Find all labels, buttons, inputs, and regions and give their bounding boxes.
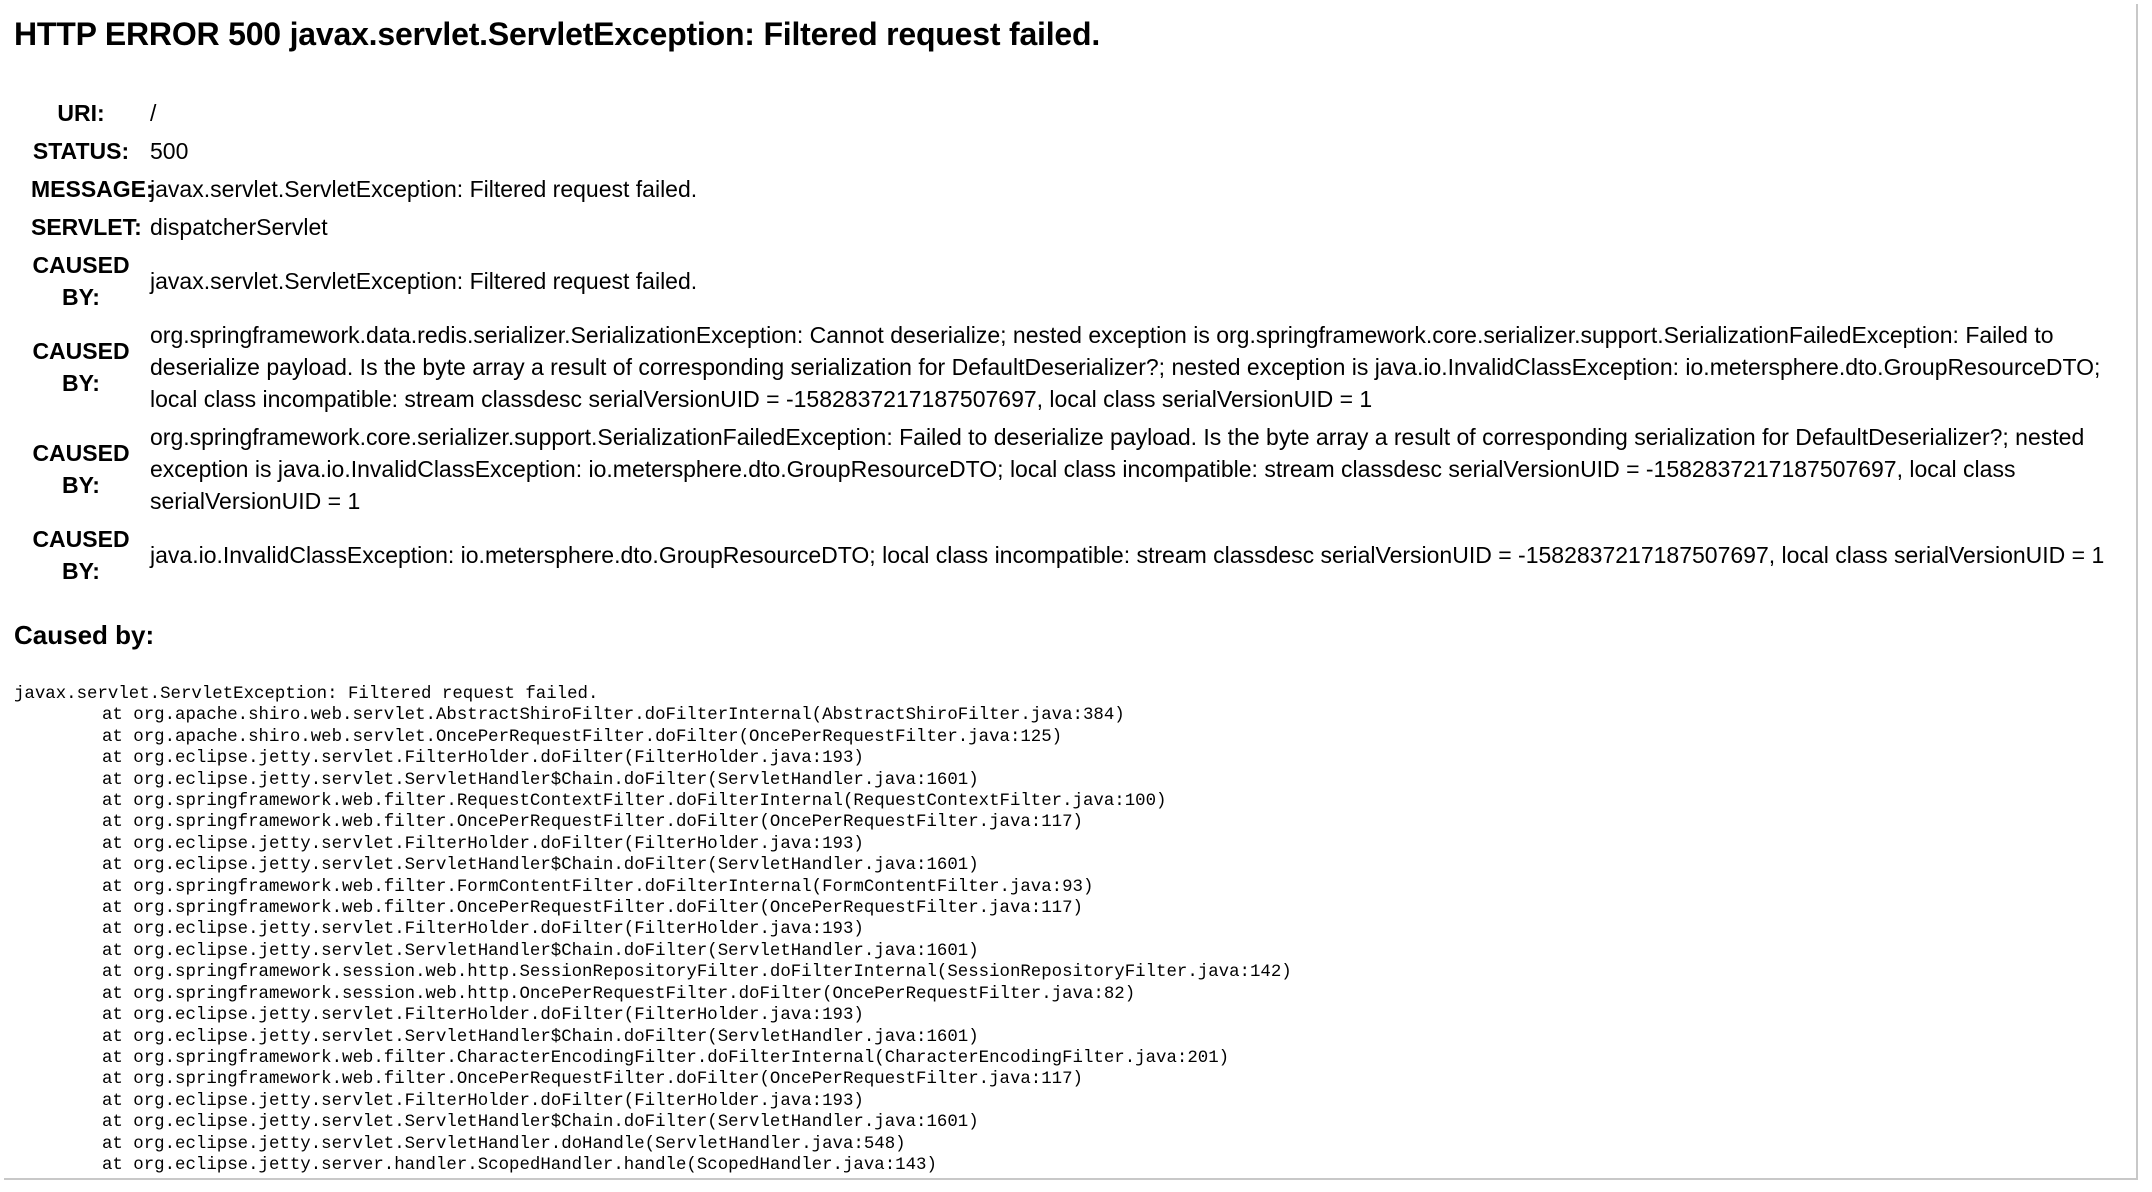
stack-trace-frame: at org.eclipse.jetty.servlet.FilterHolde… xyxy=(102,749,864,769)
info-row: STATUS: 500 xyxy=(16,132,2136,170)
info-row-label: CAUSED BY: xyxy=(16,520,148,590)
info-row: CAUSED BY: javax.servlet.ServletException… xyxy=(16,246,2136,316)
info-row-label-text: MESSAGE: xyxy=(31,176,154,202)
stack-trace-frame: at org.eclipse.jetty.servlet.FilterHolde… xyxy=(102,1091,864,1111)
stack-trace-frame: at org.apache.shiro.web.servlet.OncePerR… xyxy=(102,727,1063,747)
info-row-label-text: CAUSED BY: xyxy=(32,338,130,396)
stack-trace-exception: javax.servlet.ServletException: Filtered… xyxy=(14,685,599,704)
info-row: SERVLET: dispatcherServlet xyxy=(16,208,2136,246)
stack-trace-frame: at org.eclipse.jetty.servlet.FilterHolde… xyxy=(102,1006,864,1026)
info-row-label: URI: xyxy=(16,94,148,132)
info-row-label-text: CAUSED BY: xyxy=(32,526,130,584)
stack-trace-frame: at org.eclipse.jetty.servlet.ServletHand… xyxy=(102,941,979,961)
info-row: URI: / xyxy=(16,94,2136,132)
info-row: CAUSED BY: java.io.InvalidClassException:… xyxy=(16,520,2136,590)
stack-trace-frame: at org.springframework.web.filter.OncePe… xyxy=(102,899,1083,919)
info-row-value: javax.servlet.ServletException: Filtered… xyxy=(150,176,698,202)
stack-trace-frame: at org.springframework.session.web.http.… xyxy=(102,984,1136,1004)
info-row-label-text: URI: xyxy=(57,100,105,126)
stack-trace-frame: at org.eclipse.jetty.servlet.ServletHand… xyxy=(102,1113,979,1133)
info-row-label: CAUSED BY: xyxy=(16,418,148,520)
info-row-value: / xyxy=(150,100,157,126)
info-row-value: dispatcherServlet xyxy=(150,214,328,240)
info-row-value: javax.servlet.ServletException: Filtered… xyxy=(150,268,698,294)
stack-trace-frame: at org.eclipse.jetty.servlet.ServletHand… xyxy=(102,856,979,876)
stack-trace-frame: at org.eclipse.jetty.server.handler.Scop… xyxy=(102,1155,937,1175)
error-info-table: URI: / STATUS: 500 MESSAGE: javax.servlet.Ser… xyxy=(16,94,2136,590)
stack-trace-frame: at org.eclipse.jetty.servlet.ServletHand… xyxy=(102,770,979,790)
info-row-value: java.io.InvalidClassException: io.meters… xyxy=(150,542,2105,568)
stack-trace-frame: at org.eclipse.jetty.servlet.ServletHand… xyxy=(102,1134,906,1154)
error-info-body: URI: / STATUS: 500 MESSAGE: javax.servlet.Ser… xyxy=(16,94,2136,590)
stack-trace-frame: at org.eclipse.jetty.servlet.FilterHolde… xyxy=(102,920,864,940)
info-row: CAUSED BY: org.springframework.core.seria… xyxy=(16,418,2136,520)
stack-trace-frame: at org.springframework.web.filter.Charac… xyxy=(102,1048,1230,1068)
info-row-value: org.springframework.core.serializer.supp… xyxy=(150,424,2085,514)
info-row-label: STATUS: xyxy=(16,132,148,170)
stack-trace: javax.servlet.ServletException: Filtered… xyxy=(14,684,1292,1176)
info-row-label: MESSAGE: xyxy=(16,170,154,208)
stack-trace-frame: at org.springframework.session.web.http.… xyxy=(102,963,1292,983)
page-frame: HTTP ERROR 500 javax.servlet.ServletExce… xyxy=(4,4,2138,1180)
page-title: HTTP ERROR 500 javax.servlet.ServletExce… xyxy=(14,16,1101,52)
info-row-label: SERVLET: xyxy=(16,208,148,246)
stack-trace-frame: at org.springframework.web.filter.OncePe… xyxy=(102,1070,1083,1090)
info-row-value: 500 xyxy=(150,138,189,164)
stack-trace-frame: at org.apache.shiro.web.servlet.Abstract… xyxy=(102,706,1125,726)
stack-trace-frame: at org.eclipse.jetty.servlet.ServletHand… xyxy=(102,1027,979,1047)
info-row-label: CAUSED BY: xyxy=(16,246,148,316)
info-row-label-text: STATUS: xyxy=(32,138,130,164)
stack-trace-frame: at org.springframework.web.filter.Reques… xyxy=(102,792,1167,812)
info-row-label-text: CAUSED BY: xyxy=(32,440,130,498)
stack-trace-frame: at org.springframework.web.filter.FormCo… xyxy=(102,877,1094,897)
stack-trace-frame: at org.eclipse.jetty.servlet.FilterHolde… xyxy=(102,834,864,854)
info-row-label-text: SERVLET: xyxy=(31,214,142,240)
stack-trace-frame: at org.springframework.web.filter.OncePe… xyxy=(102,813,1083,833)
caused-by-heading: Caused by: xyxy=(14,620,155,650)
info-row: CAUSED BY: org.springframework.data.redis… xyxy=(16,316,2136,418)
info-row-label: CAUSED BY: xyxy=(16,316,148,418)
info-row: MESSAGE: javax.servlet.ServletException: … xyxy=(16,170,2136,208)
info-row-label-text: CAUSED BY: xyxy=(32,252,130,310)
info-row-value: org.springframework.data.redis.serialize… xyxy=(150,322,2101,412)
